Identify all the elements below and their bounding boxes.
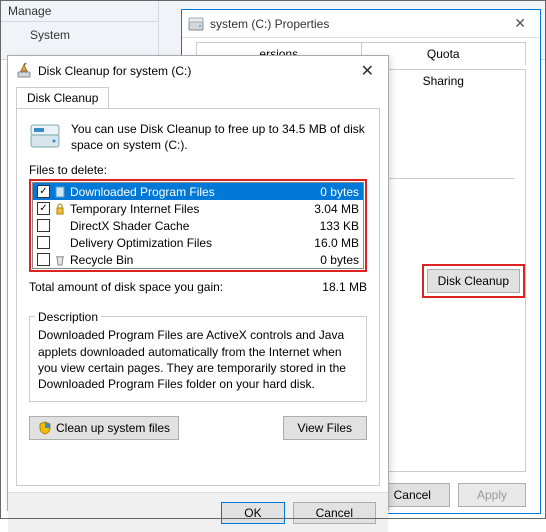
dialog-title: Disk Cleanup for system (C:) [38, 64, 191, 78]
file-checkbox[interactable] [37, 253, 50, 266]
file-size: 0 bytes [299, 185, 359, 199]
description-text: Downloaded Program Files are ActiveX con… [29, 316, 367, 402]
ok-button[interactable]: OK [221, 502, 284, 524]
file-row[interactable]: Recycle Bin0 bytes [33, 251, 363, 268]
description-legend: Description [35, 310, 101, 324]
disk-cleanup-icon [16, 63, 32, 79]
ribbon-group-system[interactable]: System [30, 28, 70, 42]
files-to-delete-label: Files to delete: [29, 163, 367, 177]
file-type-icon [53, 185, 67, 199]
cleanup-system-files-button[interactable]: Clean up system files [29, 416, 179, 440]
file-row[interactable]: ✓ Downloaded Program Files0 bytes [33, 183, 363, 200]
file-checkbox[interactable] [37, 219, 50, 232]
tab-disk-cleanup[interactable]: Disk Cleanup [16, 87, 109, 109]
file-checkbox[interactable] [37, 236, 50, 249]
file-name: Downloaded Program Files [70, 185, 299, 199]
file-type-icon [53, 236, 67, 250]
files-list-highlight: ✓Downloaded Program Files0 bytes✓Tempora… [29, 179, 367, 272]
file-checkbox[interactable]: ✓ [37, 202, 50, 215]
dialog-titlebar: Disk Cleanup for system (C:) ✕ [8, 56, 388, 86]
ribbon-tab-manage[interactable]: Manage [8, 4, 51, 18]
disk-cleanup-button[interactable]: Disk Cleanup [427, 269, 520, 293]
disk-icon [29, 121, 61, 149]
properties-close-button[interactable]: ✕ [506, 15, 534, 32]
cleanup-system-files-label: Clean up system files [56, 421, 170, 435]
file-name: DirectX Shader Cache [70, 219, 299, 233]
file-size: 0 bytes [299, 253, 359, 267]
properties-title: system (C:) Properties [210, 17, 329, 31]
cancel-button[interactable]: Cancel [293, 502, 376, 524]
file-type-icon [53, 253, 67, 267]
disk-cleanup-highlight: Disk Cleanup [422, 264, 525, 298]
file-name: Temporary Internet Files [70, 202, 299, 216]
total-gain-label: Total amount of disk space you gain: [29, 280, 322, 294]
file-name: Delivery Optimization Files [70, 236, 299, 250]
file-checkbox[interactable]: ✓ [37, 185, 50, 198]
file-name: Recycle Bin [70, 253, 299, 267]
shield-icon [38, 421, 52, 435]
properties-titlebar: system (C:) Properties ✕ [182, 10, 540, 38]
dialog-close-button[interactable]: ✕ [355, 61, 380, 81]
total-gain-value: 18.1 MB [322, 280, 367, 294]
file-row[interactable]: ✓ Temporary Internet Files3.04 MB [33, 200, 363, 217]
drive-icon [188, 17, 204, 31]
disk-cleanup-dialog: Disk Cleanup for system (C:) ✕ Disk Clea… [7, 55, 389, 511]
file-size: 16.0 MB [299, 236, 359, 250]
file-type-icon [53, 202, 67, 216]
view-files-button[interactable]: View Files [283, 416, 367, 440]
file-type-icon [53, 219, 67, 233]
file-row[interactable]: Delivery Optimization Files16.0 MB [33, 234, 363, 251]
file-size: 3.04 MB [299, 202, 359, 216]
properties-apply-button[interactable]: Apply [458, 483, 526, 507]
intro-text: You can use Disk Cleanup to free up to 3… [71, 121, 367, 153]
file-row[interactable]: DirectX Shader Cache133 KB [33, 217, 363, 234]
file-size: 133 KB [299, 219, 359, 233]
files-list[interactable]: ✓Downloaded Program Files0 bytes✓Tempora… [32, 182, 364, 269]
